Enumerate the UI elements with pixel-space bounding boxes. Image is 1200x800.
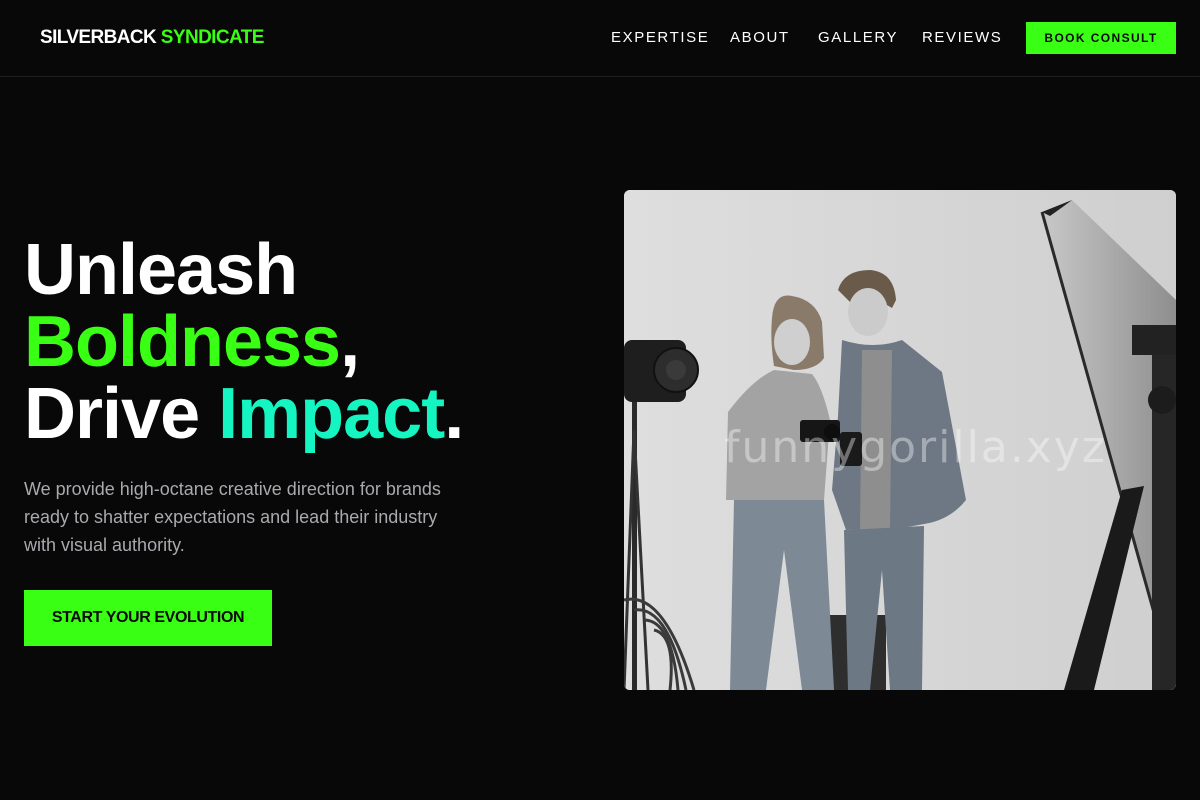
headline-comma: , <box>340 302 360 382</box>
brand-logo[interactable]: SILVERBACK SYNDICATE <box>40 26 264 50</box>
start-evolution-button[interactable]: START YOUR EVOLUTION <box>24 590 272 646</box>
headline-word-unleash: Unleash <box>24 230 298 310</box>
nav-link-about[interactable]: ABOUT <box>730 29 790 47</box>
book-consult-button[interactable]: BOOK CONSULT <box>1026 22 1176 54</box>
headline-word-boldness: Boldness <box>24 302 341 382</box>
headline-period: . <box>444 374 464 454</box>
hero-headline: Unleash Boldness, Drive Impact. <box>24 234 464 450</box>
headline-word-impact: Impact <box>218 374 445 454</box>
nav-link-gallery[interactable]: GALLERY <box>818 29 898 47</box>
headline-line-2: Boldness, <box>24 306 463 378</box>
headline-line-1: Unleash <box>24 234 463 306</box>
nav-link-reviews[interactable]: REVIEWS <box>922 29 1002 47</box>
brand-name-primary: SILVERBACK <box>40 27 157 48</box>
headline-line-3: Drive Impact. <box>24 378 464 450</box>
hero-description: We provide high-octane creative directio… <box>24 479 441 555</box>
nav-link-expertise[interactable]: EXPERTISE <box>611 29 709 47</box>
brand-name-accent: SYNDICATE <box>160 27 265 48</box>
image-watermark: funnygorilla.xyz <box>724 422 1107 473</box>
hero-photo: funnygorilla.xyz <box>624 190 1176 690</box>
top-navigation-bar: SILVERBACK SYNDICATE EXPERTISE ABOUT GAL… <box>0 0 1200 77</box>
headline-word-drive: Drive <box>24 374 200 454</box>
